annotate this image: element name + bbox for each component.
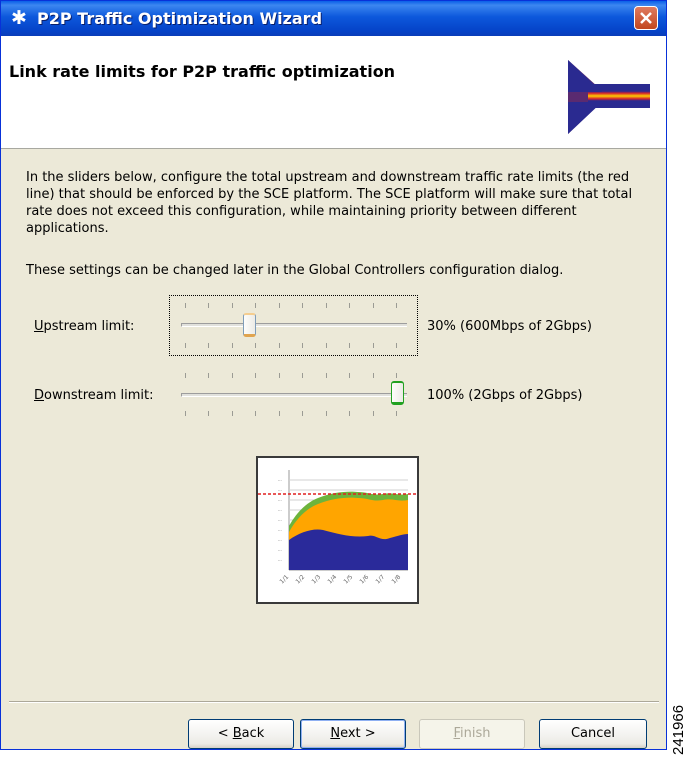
button-separator xyxy=(9,701,659,703)
svg-text:1/5: 1/5 xyxy=(342,574,354,586)
svg-text:···: ··· xyxy=(278,498,282,503)
window-title: P2P Traffic Optimization Wizard xyxy=(37,9,323,28)
svg-text:1/4: 1/4 xyxy=(326,574,338,586)
downstream-ticks-top xyxy=(185,373,397,379)
close-icon xyxy=(640,12,652,24)
upstream-ticks-bottom xyxy=(185,343,397,349)
svg-text:1/7: 1/7 xyxy=(374,574,386,586)
upstream-mnemonic: U xyxy=(34,319,44,334)
page-title: Link rate limits for P2P traffic optimiz… xyxy=(9,62,396,81)
svg-text:1/8: 1/8 xyxy=(390,574,402,586)
upstream-track xyxy=(181,323,407,327)
downstream-track xyxy=(181,393,407,397)
traffic-illustration-graphic: ··· ··· ··· ··· ··· ··· ··· ··· ··· 1/1 1/2 1/… xyxy=(258,470,417,586)
downstream-label-text: ownstream limit: xyxy=(44,388,154,403)
title-bar[interactable]: ✱ P2P Traffic Optimization Wizard xyxy=(1,1,666,36)
upstream-value: 30% (600Mbps of 2Gbps) xyxy=(427,319,592,334)
downstream-value: 100% (2Gbps of 2Gbps) xyxy=(427,388,583,403)
svg-text:1/6: 1/6 xyxy=(358,574,370,586)
downstream-slider-thumb[interactable] xyxy=(391,381,404,405)
svg-text:···: ··· xyxy=(278,538,282,543)
upstream-limit-label: Upstream limit: xyxy=(34,319,134,334)
instructions-text: In the sliders below, configure the tota… xyxy=(26,170,633,236)
upstream-label-text: pstream limit: xyxy=(43,319,135,334)
upstream-slider-thumb[interactable] xyxy=(243,313,256,337)
upstream-ticks-top xyxy=(185,303,397,309)
close-button[interactable] xyxy=(634,6,658,30)
back-button[interactable]: < Back xyxy=(188,719,294,749)
svg-text:1/3: 1/3 xyxy=(310,574,322,586)
wizard-header: Link rate limits for P2P traffic optimiz… xyxy=(1,36,666,149)
finish-button[interactable]: Finish xyxy=(419,719,525,749)
upstream-slider[interactable] xyxy=(177,299,409,353)
next-label-rest: ext > xyxy=(340,726,376,741)
next-mnemonic: N xyxy=(330,726,341,741)
svg-text:1/2: 1/2 xyxy=(294,574,306,586)
wizard-app-icon: ✱ xyxy=(11,7,27,29)
svg-text:···: ··· xyxy=(278,558,282,563)
back-mnemonic: B xyxy=(232,726,242,741)
svg-text:1/1: 1/1 xyxy=(278,574,290,586)
finish-label-rest: inish xyxy=(460,726,491,741)
downstream-slider[interactable] xyxy=(177,369,409,423)
svg-text:···: ··· xyxy=(278,548,282,553)
traffic-illustration: ··· ··· ··· ··· ··· ··· ··· ··· ··· 1/1 1/2 1/… xyxy=(256,456,419,604)
cancel-button[interactable]: Cancel xyxy=(539,719,647,749)
downstream-limit-label: Downstream limit: xyxy=(34,388,154,403)
wizard-banner-icon xyxy=(568,60,650,134)
svg-text:···: ··· xyxy=(278,508,282,513)
figure-id: 241966 xyxy=(670,704,686,755)
wizard-window: ✱ P2P Traffic Optimization Wizard Link r… xyxy=(0,0,667,750)
back-label-rest: ack xyxy=(241,726,265,741)
svg-text:···: ··· xyxy=(278,528,282,533)
next-button[interactable]: Next > xyxy=(300,719,406,749)
svg-text:···: ··· xyxy=(278,518,282,523)
svg-text:···: ··· xyxy=(278,478,282,483)
downstream-ticks-bottom xyxy=(185,411,397,417)
downstream-mnemonic: D xyxy=(34,388,45,403)
settings-note: These settings can be changed later in t… xyxy=(26,263,564,278)
svg-text:···: ··· xyxy=(278,488,282,493)
back-label-prefix: < xyxy=(217,726,233,741)
